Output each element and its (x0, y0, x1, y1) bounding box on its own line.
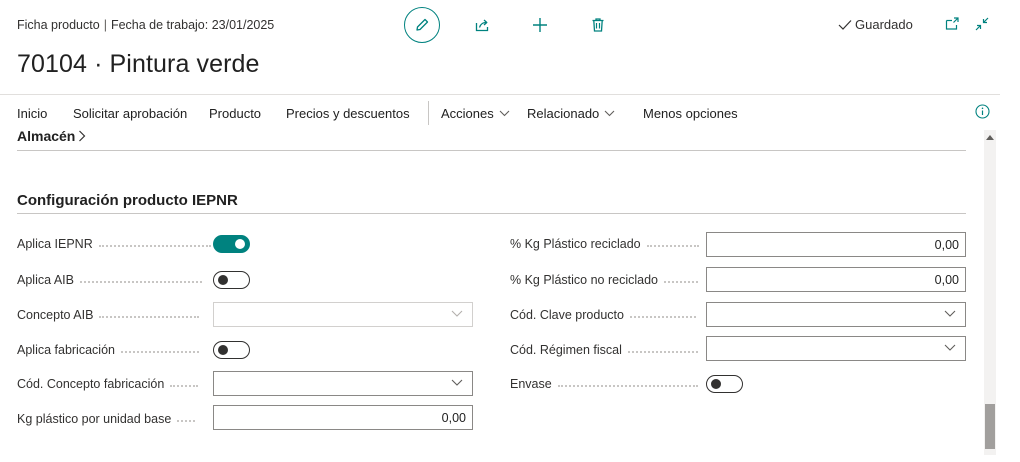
aplica-aib-label: Aplica AIB (17, 273, 202, 287)
aplica-iepnr-label-text: Aplica IEPNR (17, 237, 93, 251)
vertical-scrollbar[interactable] (984, 130, 996, 455)
page-actions (404, 6, 642, 44)
pct-reciclado-label: % Kg Plástico reciclado (510, 237, 699, 251)
envase-label-text: Envase (510, 377, 552, 391)
aplica-fabricacion-label: Aplica fabricación (17, 343, 199, 357)
pct-no-reciclado-label: % Kg Plástico no reciclado (510, 273, 698, 287)
breadcrumb: Ficha producto | Fecha de trabajo: 23/01/2… (17, 18, 274, 32)
action-producto[interactable]: Producto (209, 106, 261, 121)
section-divider (17, 213, 966, 214)
label-leader (79, 281, 202, 283)
saved-label: Guardado (855, 17, 913, 32)
collapse-icon[interactable] (974, 16, 990, 32)
label-leader (646, 245, 699, 247)
chevron-down-icon (604, 110, 615, 117)
action-precios-descuentos[interactable]: Precios y descuentos (286, 106, 410, 121)
section-almacen-header[interactable]: Almacén (17, 128, 86, 144)
label-leader (629, 316, 696, 318)
add-icon (533, 18, 547, 32)
envase-toggle[interactable] (706, 375, 743, 393)
top-bar: Ficha producto | Fecha de trabajo: 23/01/2… (0, 0, 1020, 52)
chevron-down-icon (451, 379, 463, 386)
kg-plastico-input[interactable]: 0,00 (213, 405, 473, 430)
share-icon (475, 19, 489, 32)
action-bar: Inicio Solicitar aprobación Producto Pre… (0, 94, 1000, 130)
aplica-aib-toggle[interactable] (213, 271, 250, 289)
cod-regimen-fiscal-label-text: Cód. Régimen fiscal (510, 343, 622, 357)
chevron-down-icon (451, 310, 463, 317)
action-menos-opciones[interactable]: Menos opciones (643, 106, 738, 121)
label-leader (99, 316, 200, 318)
section-config-iepnr-title[interactable]: Configuración producto IEPNR (17, 192, 238, 209)
cod-concepto-fabricacion-label: Cód. Concepto fabricación (17, 377, 199, 391)
cod-clave-producto-label-text: Cód. Clave producto (510, 308, 624, 322)
section-divider (17, 150, 966, 151)
cod-clave-producto-label: Cód. Clave producto (510, 308, 696, 322)
add-button[interactable] (526, 11, 554, 39)
cod-concepto-fabricacion-select[interactable] (213, 371, 473, 396)
chevron-down-icon (944, 344, 956, 351)
share-button[interactable] (468, 11, 496, 39)
aplica-fabricacion-toggle[interactable] (213, 341, 250, 359)
kg-plastico-label-text: Kg plástico por unidad base (17, 412, 172, 426)
label-leader (120, 351, 199, 353)
aplica-iepnr-label: Aplica IEPNR (17, 237, 211, 251)
menu-acciones-label: Acciones (441, 106, 494, 121)
menu-relacionado-label: Relacionado (527, 106, 600, 121)
label-leader (170, 385, 199, 387)
aplica-aib-label-text: Aplica AIB (17, 273, 74, 287)
label-leader (627, 351, 698, 353)
action-solicitar-aprobacion[interactable]: Solicitar aprobación (73, 106, 187, 121)
info-icon[interactable] (975, 104, 990, 119)
scrollbar-thumb[interactable] (985, 404, 995, 449)
section-almacen-title: Almacén (17, 128, 76, 144)
toggle-knob (711, 379, 721, 389)
concepto-aib-select[interactable] (213, 302, 473, 327)
edit-button[interactable] (404, 7, 440, 43)
label-leader (557, 385, 698, 387)
label-leader (98, 245, 211, 247)
kg-plastico-label: Kg plástico por unidad base (17, 412, 196, 426)
delete-button[interactable] (584, 11, 612, 39)
toggle-knob (218, 345, 228, 355)
pct-no-reciclado-label-text: % Kg Plástico no reciclado (510, 273, 658, 287)
breadcrumb-separator: | (103, 18, 107, 32)
aplica-iepnr-toggle[interactable] (213, 235, 250, 253)
cod-concepto-fabricacion-label-text: Cód. Concepto fabricación (17, 377, 165, 391)
chevron-right-icon (79, 130, 86, 142)
chevron-down-icon (944, 310, 956, 317)
concepto-aib-label-text: Concepto AIB (17, 308, 94, 322)
pct-reciclado-label-text: % Kg Plástico reciclado (510, 237, 641, 251)
page-title: 70104 · Pintura verde (17, 50, 260, 78)
action-inicio[interactable]: Inicio (17, 106, 47, 121)
delete-icon (592, 18, 604, 32)
cod-regimen-fiscal-select[interactable] (706, 336, 966, 361)
chevron-down-icon (499, 110, 510, 117)
menu-acciones[interactable]: Acciones (441, 106, 510, 121)
cod-clave-producto-select[interactable] (706, 302, 966, 327)
edit-icon (416, 18, 429, 31)
scroll-up-icon[interactable] (986, 134, 994, 140)
pct-reciclado-input[interactable]: 0,00 (706, 232, 966, 257)
toggle-knob (218, 275, 228, 285)
envase-label: Envase (510, 377, 698, 391)
aplica-fabricacion-label-text: Aplica fabricación (17, 343, 115, 357)
pct-no-reciclado-input[interactable]: 0,00 (706, 267, 966, 292)
window-buttons (944, 16, 990, 32)
menu-relacionado[interactable]: Relacionado (527, 106, 615, 121)
breadcrumb-page: Ficha producto (17, 18, 100, 32)
open-new-window-icon[interactable] (944, 16, 960, 32)
check-icon (838, 19, 852, 30)
working-date: Fecha de trabajo: 23/01/2025 (110, 18, 275, 32)
concepto-aib-label: Concepto AIB (17, 308, 200, 322)
label-leader (177, 420, 196, 422)
label-leader (664, 281, 698, 283)
cod-regimen-fiscal-label: Cód. Régimen fiscal (510, 343, 698, 357)
action-separator (428, 101, 429, 125)
toggle-knob (235, 239, 245, 249)
saved-status: Guardado (838, 17, 913, 32)
